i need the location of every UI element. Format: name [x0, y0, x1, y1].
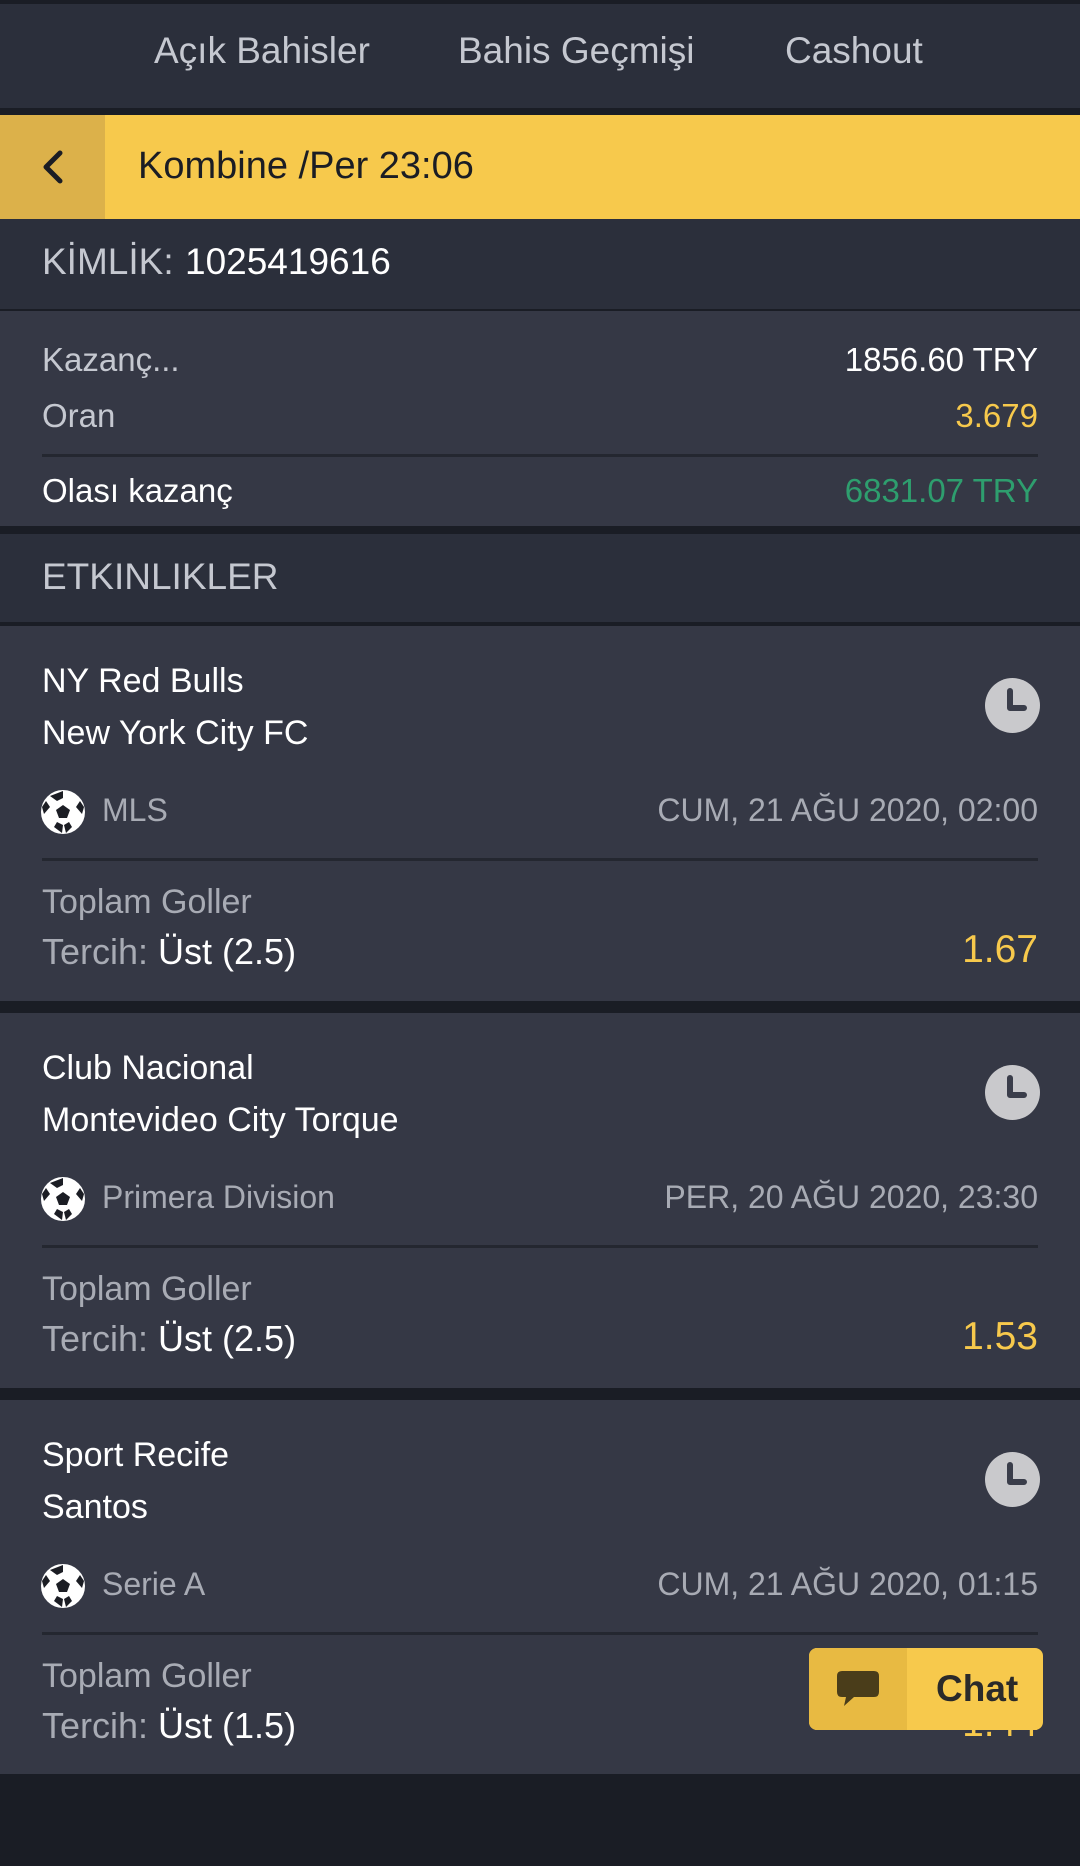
- market-name: Toplam Goller: [42, 883, 252, 921]
- total-odds-value: 3.679: [955, 397, 1038, 434]
- bet-id-value: 1025419616: [185, 241, 391, 282]
- selection-prefix: Tercih:: [42, 1318, 149, 1359]
- chat-button[interactable]: Chat: [809, 1648, 1043, 1730]
- selection: Tercih: Üst (1.5): [42, 1705, 296, 1747]
- tab-bet-history[interactable]: Bahis Geçmişi: [458, 30, 694, 72]
- soccer-ball-icon: [41, 790, 85, 834]
- divider: [42, 858, 1038, 861]
- event-date: PER, 20 AĞU 2020, 23:30: [664, 1179, 1038, 1215]
- odds-label: Oran: [42, 397, 116, 434]
- selection-prefix: Tercih:: [42, 1705, 149, 1746]
- stake-value: 1856.60 TRY: [844, 341, 1038, 378]
- event-card: Club Nacional Montevideo City Torque Pri…: [0, 1013, 1080, 1388]
- selection-odds: 1.67: [962, 928, 1038, 971]
- divider: [42, 1632, 1038, 1635]
- event-date: CUM, 21 AĞU 2020, 01:15: [657, 1566, 1038, 1602]
- selection-value: Üst (2.5): [158, 931, 297, 972]
- divider: [42, 454, 1038, 457]
- events-title: ETKINLIKLER: [42, 556, 279, 597]
- away-team: New York City FC: [42, 714, 309, 752]
- page-title: Kombine /Per 23:06: [138, 145, 474, 187]
- potential-win-label: Olası kazanç: [42, 472, 233, 509]
- away-team: Santos: [42, 1488, 148, 1526]
- tab-open-bets[interactable]: Açık Bahisler: [154, 30, 370, 72]
- back-button[interactable]: [0, 115, 105, 219]
- league-name: Primera Division: [102, 1179, 335, 1215]
- stake-label: Kazanç...: [42, 341, 180, 378]
- divider: [42, 1245, 1038, 1248]
- top-tab-bar: Açık Bahisler Bahis Geçmişi Cashout: [0, 0, 1080, 108]
- chat-bubble-icon: [837, 1671, 879, 1706]
- bet-id-label: KİMLİK:: [42, 241, 174, 282]
- home-team: Club Nacional: [42, 1049, 254, 1087]
- clock-icon: [985, 678, 1040, 733]
- away-team: Montevideo City Torque: [42, 1101, 399, 1139]
- selection-prefix: Tercih:: [42, 931, 149, 972]
- league-name: Serie A: [102, 1566, 206, 1602]
- bet-summary: Kazanç... 1856.60 TRY Oran 3.679 Olası k…: [0, 311, 1080, 526]
- events-section-header: ETKINLIKLER: [0, 534, 1080, 622]
- selection: Tercih: Üst (2.5): [42, 1318, 296, 1360]
- market-name: Toplam Goller: [42, 1657, 252, 1695]
- clock-icon: [985, 1452, 1040, 1507]
- event-date: CUM, 21 AĞU 2020, 02:00: [657, 792, 1038, 828]
- soccer-ball-icon: [41, 1564, 85, 1608]
- selection-odds: 1.53: [962, 1315, 1038, 1358]
- clock-icon: [985, 1065, 1040, 1120]
- potential-win-value: 6831.07 TRY: [844, 472, 1038, 509]
- soccer-ball-icon: [41, 1177, 85, 1221]
- home-team: Sport Recife: [42, 1436, 230, 1474]
- market-name: Toplam Goller: [42, 1270, 252, 1308]
- bet-id-row: KİMLİK: 1025419616: [0, 219, 1080, 309]
- selection-value: Üst (1.5): [158, 1705, 297, 1746]
- chat-label: Chat: [936, 1668, 1019, 1709]
- chevron-left-icon: [43, 150, 63, 184]
- selection: Tercih: Üst (2.5): [42, 931, 296, 973]
- event-card: NY Red Bulls New York City FC MLS CUM, 2…: [0, 626, 1080, 1001]
- page-footer: [0, 1774, 1080, 1866]
- league-name: MLS: [102, 792, 168, 828]
- tab-cashout[interactable]: Cashout: [785, 30, 923, 72]
- home-team: NY Red Bulls: [42, 662, 244, 700]
- selection-value: Üst (2.5): [158, 1318, 297, 1359]
- chat-icon-wrap: [809, 1648, 907, 1730]
- bet-header: Kombine /Per 23:06: [0, 115, 1080, 219]
